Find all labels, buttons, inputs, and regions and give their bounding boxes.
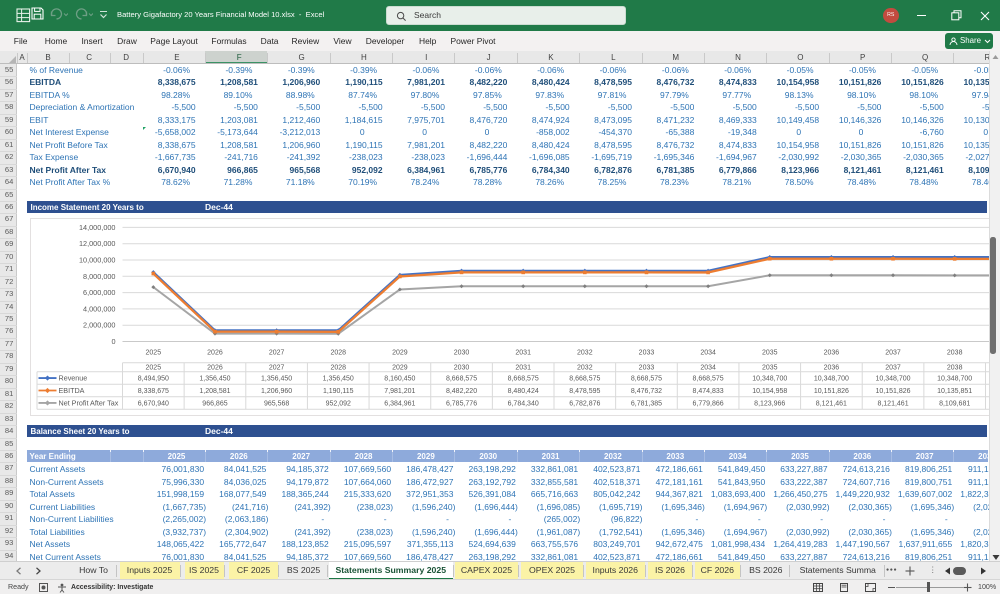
svg-text:2030: 2030 <box>453 364 469 371</box>
svg-text:2030: 2030 <box>453 349 469 356</box>
svg-text:10,000,000: 10,000,000 <box>78 255 115 264</box>
svg-text:4,000,000: 4,000,000 <box>83 304 115 313</box>
svg-text:1,356,450: 1,356,450 <box>322 375 353 382</box>
svg-text:6,384,961: 6,384,961 <box>384 400 415 407</box>
svg-text:2034: 2034 <box>700 364 716 371</box>
svg-text:8,668,575: 8,668,575 <box>507 375 538 382</box>
svg-text:10,151,826: 10,151,826 <box>875 388 910 395</box>
svg-text:10,348,700: 10,348,700 <box>875 375 910 382</box>
svg-text:8,668,575: 8,668,575 <box>569 375 600 382</box>
svg-text:2037: 2037 <box>885 349 901 356</box>
svg-text:6,000,000: 6,000,000 <box>83 288 115 297</box>
svg-text:6,781,385: 6,781,385 <box>630 400 661 407</box>
svg-text:2026: 2026 <box>207 349 223 356</box>
svg-text:2031: 2031 <box>515 349 531 356</box>
svg-text:2025: 2025 <box>145 349 161 356</box>
svg-text:2027: 2027 <box>268 349 284 356</box>
svg-text:6,785,776: 6,785,776 <box>445 400 476 407</box>
svg-text:1,208,581: 1,208,581 <box>199 388 230 395</box>
svg-text:8,474,833: 8,474,833 <box>692 388 723 395</box>
svg-text:966,865: 966,865 <box>202 400 227 407</box>
svg-text:2035: 2035 <box>761 349 777 356</box>
svg-text:8,480,424: 8,480,424 <box>507 388 538 395</box>
svg-text:6,782,876: 6,782,876 <box>569 400 600 407</box>
svg-text:2038: 2038 <box>946 364 962 371</box>
svg-text:8,338,675: 8,338,675 <box>137 388 168 395</box>
svg-text:2025: 2025 <box>145 364 161 371</box>
svg-text:8,123,966: 8,123,966 <box>754 400 785 407</box>
svg-text:0: 0 <box>111 337 115 346</box>
svg-text:2032: 2032 <box>577 364 593 371</box>
svg-text:2038: 2038 <box>946 349 962 356</box>
svg-text:2037: 2037 <box>885 364 901 371</box>
svg-text:10,348,700: 10,348,700 <box>937 375 972 382</box>
svg-text:2031: 2031 <box>515 364 531 371</box>
svg-text:1,206,960: 1,206,960 <box>261 388 292 395</box>
svg-text:10,151,826: 10,151,826 <box>813 388 848 395</box>
svg-text:10,154,958: 10,154,958 <box>752 388 787 395</box>
svg-text:Revenue: Revenue <box>58 373 87 382</box>
svg-text:8,482,220: 8,482,220 <box>445 388 476 395</box>
svg-text:1,356,450: 1,356,450 <box>199 375 230 382</box>
svg-text:2035: 2035 <box>761 364 777 371</box>
svg-text:10,348,700: 10,348,700 <box>813 375 848 382</box>
svg-text:2033: 2033 <box>638 349 654 356</box>
svg-text:6,670,940: 6,670,940 <box>137 400 168 407</box>
svg-text:8,121,461: 8,121,461 <box>877 400 908 407</box>
svg-text:6,779,866: 6,779,866 <box>692 400 723 407</box>
svg-text:8,668,575: 8,668,575 <box>630 375 661 382</box>
svg-text:2032: 2032 <box>577 349 593 356</box>
svg-text:952,092: 952,092 <box>325 400 350 407</box>
svg-text:8,668,575: 8,668,575 <box>692 375 723 382</box>
svg-text:8,000,000: 8,000,000 <box>83 271 115 280</box>
svg-text:2027: 2027 <box>268 364 284 371</box>
svg-text:2,000,000: 2,000,000 <box>83 320 115 329</box>
svg-text:8,121,461: 8,121,461 <box>815 400 846 407</box>
svg-text:8,668,575: 8,668,575 <box>445 375 476 382</box>
svg-text:2029: 2029 <box>392 349 408 356</box>
svg-text:2026: 2026 <box>207 364 223 371</box>
svg-text:12,000,000: 12,000,000 <box>78 239 115 248</box>
svg-text:10,348,700: 10,348,700 <box>752 375 787 382</box>
svg-text:2036: 2036 <box>823 364 839 371</box>
svg-text:2033: 2033 <box>638 364 654 371</box>
svg-text:7,981,201: 7,981,201 <box>384 388 415 395</box>
svg-text:10,135,851: 10,135,851 <box>937 388 972 395</box>
svg-text:1,356,450: 1,356,450 <box>261 375 292 382</box>
svg-text:6,784,340: 6,784,340 <box>507 400 538 407</box>
svg-text:Net Profit After Tax: Net Profit After Tax <box>58 398 118 407</box>
svg-text:2028: 2028 <box>330 349 346 356</box>
svg-text:2029: 2029 <box>392 364 408 371</box>
svg-text:EBITDA: EBITDA <box>58 385 84 394</box>
svg-text:8,109,681: 8,109,681 <box>939 400 970 407</box>
svg-text:8,478,595: 8,478,595 <box>569 388 600 395</box>
svg-text:2034: 2034 <box>700 349 716 356</box>
svg-text:965,568: 965,568 <box>263 400 288 407</box>
svg-text:2036: 2036 <box>823 349 839 356</box>
svg-text:2028: 2028 <box>330 364 346 371</box>
svg-text:8,476,732: 8,476,732 <box>630 388 661 395</box>
svg-text:8,160,450: 8,160,450 <box>384 375 415 382</box>
svg-text:14,000,000: 14,000,000 <box>78 222 115 231</box>
svg-text:8,494,950: 8,494,950 <box>137 375 168 382</box>
svg-text:1,190,115: 1,190,115 <box>322 388 353 395</box>
